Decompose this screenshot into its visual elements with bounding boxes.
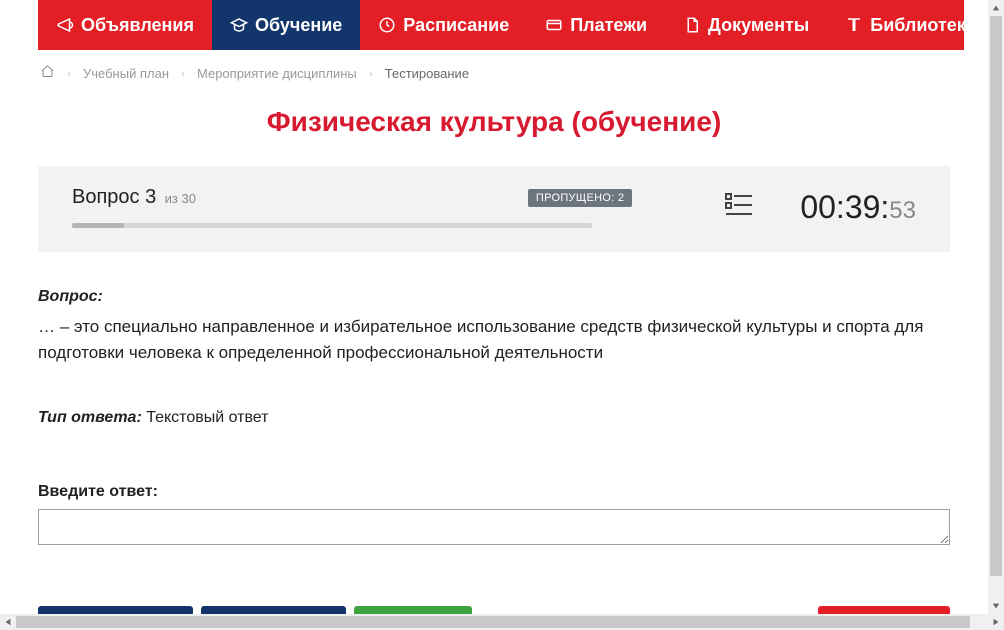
- skip-button[interactable]: [201, 606, 346, 614]
- scroll-down-arrow-icon[interactable]: [988, 598, 1004, 614]
- nav-label: Платежи: [570, 15, 647, 36]
- document-icon: [683, 16, 701, 34]
- question-text: … – это специально направленное и избира…: [38, 314, 950, 367]
- progress-fill: [72, 223, 124, 228]
- question-number: Вопрос 3: [72, 186, 156, 208]
- breadcrumb-link[interactable]: Учебный план: [83, 66, 169, 81]
- graduation-cap-icon: [230, 16, 248, 34]
- nav-label: Библиотека: [870, 15, 976, 36]
- skipped-badge: ПРОПУЩЕНО: 2: [528, 189, 632, 207]
- question-total: из 30: [165, 191, 196, 206]
- question-status-card: Вопрос 3 из 30 ПРОПУЩЕНО: 2 00:39:53: [38, 166, 950, 252]
- nav-library[interactable]: Библиотека: [827, 0, 988, 50]
- chevron-right-icon: [179, 66, 187, 81]
- question-label: Вопрос:: [38, 288, 103, 305]
- megaphone-icon: [56, 16, 74, 34]
- nav-announcements[interactable]: Объявления: [38, 0, 212, 50]
- breadcrumb: Учебный план Мероприятие дисциплины Тест…: [8, 50, 980, 96]
- timer-main: 00:39:: [800, 189, 889, 226]
- vertical-scrollbar[interactable]: [988, 0, 1004, 614]
- button-row: [8, 606, 980, 614]
- horizontal-scrollbar[interactable]: [0, 614, 1004, 630]
- nav-label: Объявления: [81, 15, 194, 36]
- next-button[interactable]: [354, 606, 472, 614]
- top-nav: Объявления Обучение Расписание Платежи: [38, 0, 964, 50]
- chevron-right-icon: [367, 66, 375, 81]
- nav-schedule[interactable]: Расписание: [360, 0, 527, 50]
- clock-icon: [378, 16, 396, 34]
- nav-documents[interactable]: Документы: [665, 0, 827, 50]
- page-title: Физическая культура (обучение): [8, 96, 980, 166]
- breadcrumb-current: Тестирование: [385, 66, 469, 81]
- horizontal-scroll-thumb[interactable]: [16, 616, 970, 628]
- nav-label: Расписание: [403, 15, 509, 36]
- progress-bar: [72, 223, 592, 228]
- prev-button[interactable]: [38, 606, 193, 614]
- scroll-left-arrow-icon[interactable]: [0, 614, 16, 630]
- vertical-scroll-thumb[interactable]: [990, 16, 1002, 576]
- home-icon[interactable]: [40, 64, 55, 82]
- nav-learning[interactable]: Обучение: [212, 0, 360, 50]
- book-icon: [845, 16, 863, 34]
- nav-payments[interactable]: Платежи: [527, 0, 665, 50]
- chevron-right-icon: [65, 66, 73, 81]
- nav-label: Документы: [708, 15, 809, 36]
- breadcrumb-link[interactable]: Мероприятие дисциплины: [197, 66, 357, 81]
- finish-button[interactable]: [818, 606, 950, 614]
- scroll-right-arrow-icon[interactable]: [988, 614, 1004, 630]
- question-list-icon[interactable]: [724, 205, 754, 222]
- answer-input-label: Введите ответ:: [38, 483, 950, 501]
- card-icon: [545, 16, 563, 34]
- scroll-up-arrow-icon[interactable]: [988, 0, 1004, 16]
- answer-input[interactable]: [38, 509, 950, 545]
- answer-type-value: Текстовый ответ: [142, 409, 269, 426]
- nav-label: Обучение: [255, 15, 342, 36]
- answer-type-label: Тип ответа:: [38, 409, 142, 426]
- timer-seconds: 53: [889, 197, 916, 225]
- timer: 00:39:53: [800, 189, 916, 226]
